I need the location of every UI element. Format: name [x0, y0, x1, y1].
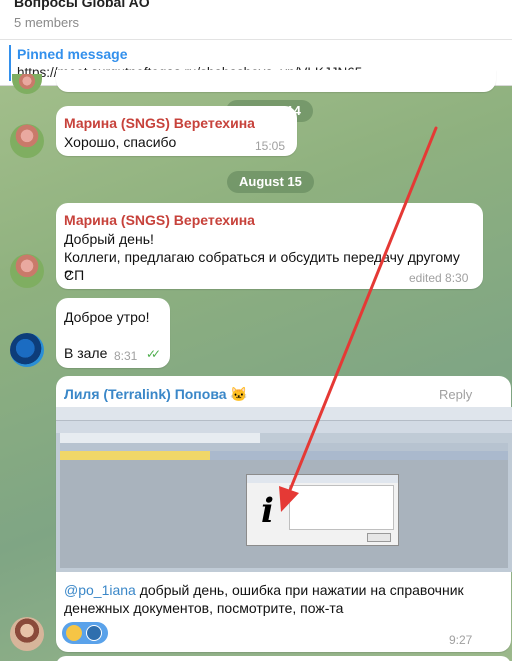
screenshot-tabs: [60, 433, 260, 443]
reaction-emoji: [66, 625, 82, 641]
avatar[interactable]: [10, 124, 44, 158]
sender-name[interactable]: Лиля (Terralink) Попова 🐱: [64, 386, 248, 403]
dialog-title-bar: [247, 475, 398, 483]
date-separator: August 15: [227, 171, 314, 193]
user-mention[interactable]: @po_1iana: [64, 582, 136, 598]
message-time: 9:27: [449, 633, 473, 647]
screenshot-grid-header: [60, 443, 508, 451]
message-line: Добрый день!: [64, 231, 154, 247]
message-line: В зале: [64, 345, 108, 361]
screenshot-toolbar: [56, 407, 512, 421]
message-line: Доброе утро!: [64, 309, 150, 325]
previous-message-bubble: [56, 70, 496, 92]
pinned-label: Pinned message: [17, 46, 128, 62]
message-line: ?: [64, 267, 72, 283]
avatar[interactable]: [10, 333, 44, 367]
screenshot-dialog: i: [246, 474, 399, 546]
chat-header[interactable]: Вопросы Global AO 5 members: [0, 0, 512, 40]
reactor-avatar: [86, 625, 102, 641]
reply-button[interactable]: Reply: [439, 387, 472, 402]
chat-title: Вопросы Global AO: [14, 0, 150, 10]
screenshot-row: [60, 451, 508, 460]
avatar[interactable]: [10, 254, 44, 288]
sender-name[interactable]: Марина (SNGS) Веретехина: [64, 212, 255, 228]
message-bubble[interactable]: Марина (SNGS) Веретехина Хорошо, спасибо…: [56, 106, 297, 156]
info-icon: i: [261, 491, 274, 531]
message-time: edited 8:30: [409, 271, 469, 285]
message-time: 8:31: [114, 349, 138, 363]
message-time: 15:05: [255, 139, 286, 153]
message-text: @po_1iana добрый день, ошибка при нажати…: [64, 581, 504, 617]
screenshot-toolbar: [56, 421, 512, 433]
dialog-message-box: [289, 485, 394, 530]
member-count: 5 members: [14, 15, 80, 30]
message-bubble[interactable]: Доброе утро! В зале 8:31 ✓✓: [56, 298, 170, 368]
message-bubble[interactable]: Марина (SNGS) Веретехина Добрый день! Ко…: [56, 203, 483, 289]
dialog-ok-button: [367, 533, 391, 542]
reactions-pill[interactable]: [62, 622, 108, 644]
double-check-icon: ✓✓: [146, 347, 161, 361]
screenshot-selected-cell: [60, 451, 210, 460]
attached-screenshot[interactable]: i: [56, 407, 512, 572]
pinned-accent-bar: [9, 45, 11, 81]
next-message-bubble: [56, 656, 511, 661]
avatar[interactable]: [10, 617, 44, 651]
message-text: Хорошо, спасибо: [64, 134, 177, 150]
sender-name[interactable]: Марина (SNGS) Веретехина: [64, 115, 255, 131]
